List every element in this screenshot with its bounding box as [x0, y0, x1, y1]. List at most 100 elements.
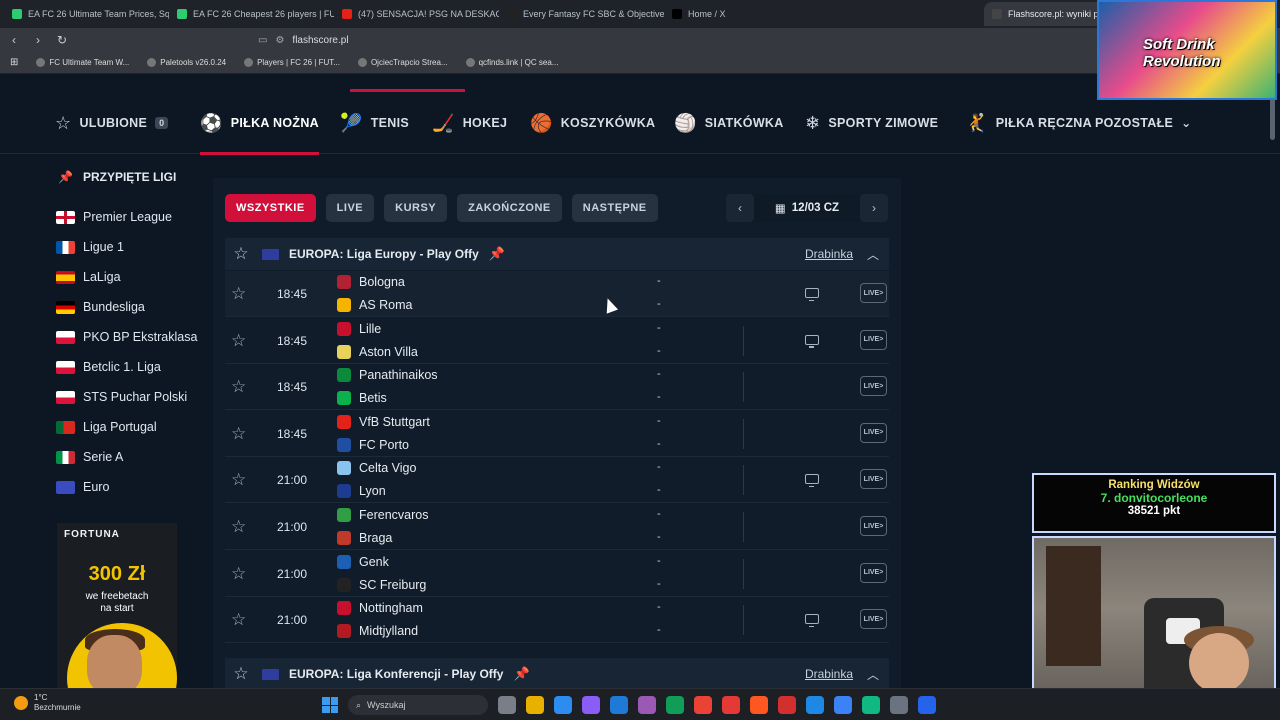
weather-widget[interactable]: 1°C Bezchmurnie	[14, 693, 81, 713]
tv-icon[interactable]	[805, 334, 819, 348]
taskbar-app-icon[interactable]	[862, 696, 880, 714]
taskbar-app-icon[interactable]	[806, 696, 824, 714]
tv-icon[interactable]	[805, 288, 819, 301]
next-day-button[interactable]: ›	[860, 194, 888, 222]
taskbar-app-icon[interactable]	[890, 696, 908, 714]
pinned-league-item[interactable]: STS Puchar Polski	[56, 382, 206, 412]
match-row[interactable]: ☆ 18:45 Panathinaikos - Betis - LIVE>	[225, 364, 889, 411]
filter-tab[interactable]: NASTĘPNE	[571, 194, 658, 222]
back-icon[interactable]: ‹	[4, 33, 24, 47]
chevron-up-icon[interactable]: ︿	[867, 666, 879, 683]
star-icon[interactable]: ☆	[231, 517, 246, 537]
windows-start-icon[interactable]	[322, 697, 338, 713]
live-button[interactable]: LIVE>	[860, 329, 887, 350]
taskbar-app-icon[interactable]	[834, 696, 852, 714]
pinned-league-item[interactable]: Premier League	[56, 202, 206, 232]
match-row[interactable]: ☆ 18:45 VfB Stuttgart - FC Porto - LIVE>	[225, 410, 889, 457]
nav-sport-item[interactable]: 🏒 HOKEJ	[432, 92, 507, 154]
pinned-league-item[interactable]: Liga Portugal	[56, 412, 206, 442]
live-button[interactable]: LIVE>	[860, 283, 887, 303]
nav-sport-item[interactable]: 🤾 PIŁKA RĘCZNA	[965, 92, 1092, 154]
live-button[interactable]: LIVE>	[860, 469, 887, 490]
nav-sport-item[interactable]: 🏐 SIATKÓWKA	[674, 92, 784, 154]
site-info-icon[interactable]: ⚙	[275, 35, 284, 46]
nav-sport-item[interactable]: 🏀 KOSZYKÓWKA	[530, 92, 655, 154]
pinned-league-item[interactable]: PKO BP Ekstraklasa	[56, 322, 206, 352]
browser-tab[interactable]: (47) SENSACJA! PSG NA DESKACH, M	[334, 2, 499, 26]
bookmark-item[interactable]: qcfinds.link | QC sea...	[465, 58, 558, 67]
taskbar-app-icon[interactable]	[610, 696, 628, 714]
taskbar-app-icon[interactable]	[750, 696, 768, 714]
pin-icon[interactable]: 📌	[489, 246, 505, 262]
browser-tab[interactable]: Every Fantasy FC SBC & Objective Pla	[499, 2, 664, 26]
star-icon[interactable]: ☆	[225, 244, 257, 264]
pinned-league-item[interactable]: Serie A	[56, 442, 206, 472]
match-row[interactable]: ☆ 18:45 Lille - Aston Villa - LIVE>	[225, 317, 889, 364]
nav-sport-item[interactable]: ❄ SPORTY ZIMOWE	[805, 92, 938, 154]
apps-icon[interactable]: ⊞	[10, 57, 18, 68]
forward-icon[interactable]: ›	[28, 33, 48, 47]
match-row[interactable]: ☆ 21:00 Ferencvaros - Braga - LIVE>	[225, 504, 889, 550]
browser-tab[interactable]: EA FC 26 Cheapest 26 players | FUTB	[169, 2, 334, 26]
taskbar-app-icon[interactable]	[918, 696, 936, 714]
taskbar-app-icon[interactable]	[778, 696, 796, 714]
nav-favorites[interactable]: ☆ ULUBIONE 0	[55, 92, 169, 154]
taskbar-app-icon[interactable]	[638, 696, 656, 714]
match-row[interactable]: ☆ 18:45 Bologna - AS Roma - LIVE>	[225, 271, 889, 317]
pin-icon[interactable]: 📌	[513, 666, 529, 682]
taskbar-app-icon[interactable]	[722, 696, 740, 714]
league-name[interactable]: EUROPA: Liga Europy - Play Offy	[289, 247, 479, 261]
star-icon[interactable]: ☆	[225, 664, 257, 684]
taskbar-app-icon[interactable]	[694, 696, 712, 714]
browser-tab[interactable]: EA FC 26 Ultimate Team Prices, Squa	[4, 2, 169, 26]
pinned-league-item[interactable]: Bundesliga	[56, 292, 206, 322]
star-icon[interactable]: ☆	[231, 610, 246, 630]
live-button[interactable]: LIVE>	[860, 609, 887, 630]
filter-tab[interactable]: ZAKOŃCZONE	[457, 194, 562, 222]
pinned-league-item[interactable]: Ligue 1	[56, 232, 206, 262]
date-display[interactable]: ▦ 12/03 CZ	[775, 201, 839, 215]
taskbar-app-icon[interactable]	[498, 696, 516, 714]
chevron-up-icon[interactable]: ︿	[867, 246, 879, 263]
league-name[interactable]: EUROPA: Liga Konferencji - Play Offy	[289, 667, 503, 681]
reload-icon[interactable]: ↻	[52, 33, 72, 47]
live-button[interactable]: LIVE>	[860, 562, 887, 583]
nav-sport-item[interactable]: 🎾 TENIS	[340, 92, 409, 154]
fortuna-ad-banner[interactable]: FORTUNA 300 Zł we freebetach na start	[57, 523, 177, 688]
star-icon[interactable]: ☆	[231, 284, 246, 304]
previous-day-button[interactable]: ‹	[726, 194, 754, 222]
star-icon[interactable]: ☆	[231, 377, 246, 397]
live-button[interactable]: LIVE>	[860, 422, 887, 443]
pinned-league-item[interactable]: Euro	[56, 472, 206, 502]
star-icon[interactable]: ☆	[231, 564, 246, 584]
bracket-link[interactable]: Drabinka	[805, 247, 853, 261]
tv-icon[interactable]	[805, 474, 819, 488]
bookmark-item[interactable]: OjciecTrapcio Strea...	[357, 58, 448, 67]
filter-tab[interactable]: KURSY	[384, 194, 448, 222]
bracket-link[interactable]: Drabinka	[805, 667, 853, 681]
bookmark-item[interactable]: FC Ultimate Team W...	[36, 58, 129, 67]
star-icon[interactable]: ☆	[231, 331, 246, 351]
live-button[interactable]: LIVE>	[860, 376, 887, 397]
bookmark-item[interactable]: Paletools v26.0.24	[147, 58, 226, 67]
star-icon[interactable]: ☆	[231, 424, 246, 444]
nav-more[interactable]: POZOSTAŁE ⌄	[1095, 92, 1192, 154]
taskbar-app-icon[interactable]	[526, 696, 544, 714]
browser-tab[interactable]: Home / X	[664, 2, 829, 26]
url-field[interactable]: ▭ ⚙ flashscore.pl	[258, 31, 978, 49]
match-row[interactable]: ☆ 21:00 Genk - SC Freiburg - LIVE>	[225, 550, 889, 597]
nav-sport-item[interactable]: ⚽ PIŁKA NOŻNA	[200, 92, 319, 155]
star-icon[interactable]: ☆	[231, 470, 246, 490]
pinned-league-item[interactable]: Betclic 1. Liga	[56, 352, 206, 382]
pinned-league-item[interactable]: LaLiga	[56, 262, 206, 292]
filter-tab[interactable]: WSZYSTKIE	[225, 194, 316, 222]
match-row[interactable]: ☆ 21:00 Nottingham - Midtjylland - LIVE>	[225, 597, 889, 644]
filter-tab[interactable]: LIVE	[325, 194, 375, 222]
bookmark-icon[interactable]: ▭	[258, 35, 267, 46]
match-row[interactable]: ☆ 21:00 Celta Vigo - Lyon - LIVE>	[225, 457, 889, 504]
taskbar-app-icon[interactable]	[554, 696, 572, 714]
tv-icon[interactable]	[805, 614, 819, 628]
taskbar-search[interactable]: ⌕ Wyszukaj	[348, 695, 488, 715]
taskbar-app-icon[interactable]	[666, 696, 684, 714]
bookmark-item[interactable]: Players | FC 26 | FUT...	[244, 58, 340, 67]
